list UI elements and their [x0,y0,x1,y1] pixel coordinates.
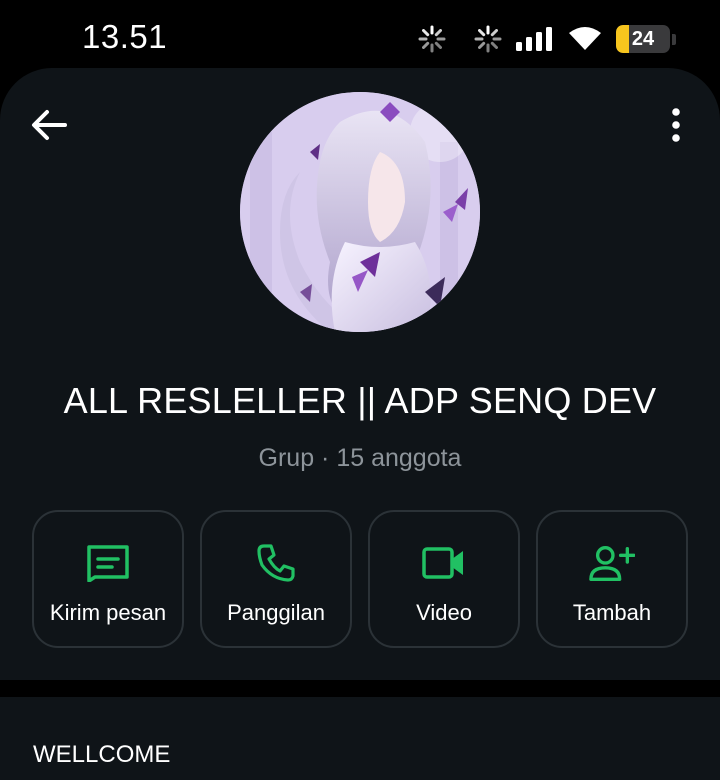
group-info-header: ALL RESLELLER || ADP SENQ DEV Grup · 15 … [0,68,720,680]
action-buttons: Kirim pesan Panggilan Video Tambah [32,510,688,648]
video-icon [421,540,467,586]
more-vertical-icon [671,107,681,147]
loading-icon [474,25,502,53]
video-call-button[interactable]: Video [368,510,520,648]
battery-icon: 24 [616,25,676,53]
arrow-left-icon [31,109,67,146]
send-message-label: Kirim pesan [49,600,167,625]
add-member-label: Tambah [572,600,652,625]
group-description: WELLCOME [33,741,171,768]
phone-icon [253,540,299,586]
status-bar: 13.51 24 [0,0,720,70]
status-time: 13.51 [82,18,168,55]
loading-icon [418,25,446,53]
voice-call-label: Panggilan [227,600,325,625]
group-subtitle[interactable]: Grup · 15 anggota [0,444,720,473]
group-avatar[interactable] [240,92,480,332]
voice-call-button[interactable]: Panggilan [200,510,352,648]
battery-level: 24 [631,27,655,50]
group-title: ALL RESLELLER || ADP SENQ DEV [63,380,657,421]
battery: 24 [616,25,670,53]
back-button[interactable] [26,104,72,150]
video-call-label: Video [416,600,472,625]
message-icon [85,540,131,586]
wifi-icon [568,26,602,52]
send-message-button[interactable]: Kirim pesan [32,510,184,648]
status-icons: 24 [418,22,676,56]
battery-tip [672,33,676,45]
add-member-button[interactable]: Tambah [536,510,688,648]
group-description-card[interactable]: WELLCOME [0,697,720,780]
add-person-icon [589,540,635,586]
signal-icon [516,27,554,51]
battery-fill [616,25,629,53]
more-options-button[interactable] [656,104,696,150]
